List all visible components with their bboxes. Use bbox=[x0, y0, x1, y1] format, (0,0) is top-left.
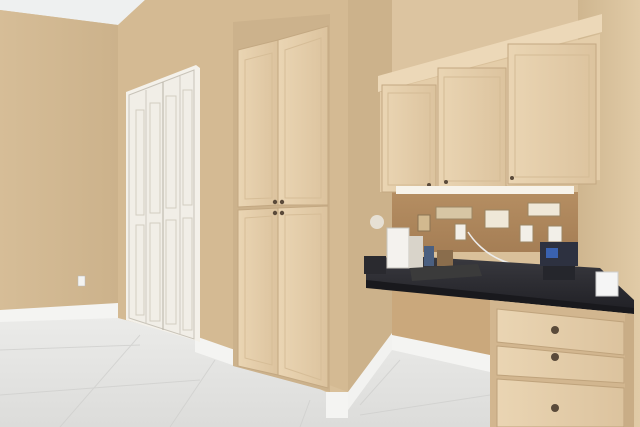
pantry-cabinet bbox=[233, 14, 330, 392]
wall-outlet bbox=[77, 275, 86, 287]
photo-scene bbox=[0, 0, 640, 427]
closet-door bbox=[126, 65, 200, 342]
pantry-side-wall bbox=[348, 0, 392, 392]
left-wall bbox=[0, 10, 118, 318]
desk-drawer-cabinet bbox=[490, 300, 634, 427]
